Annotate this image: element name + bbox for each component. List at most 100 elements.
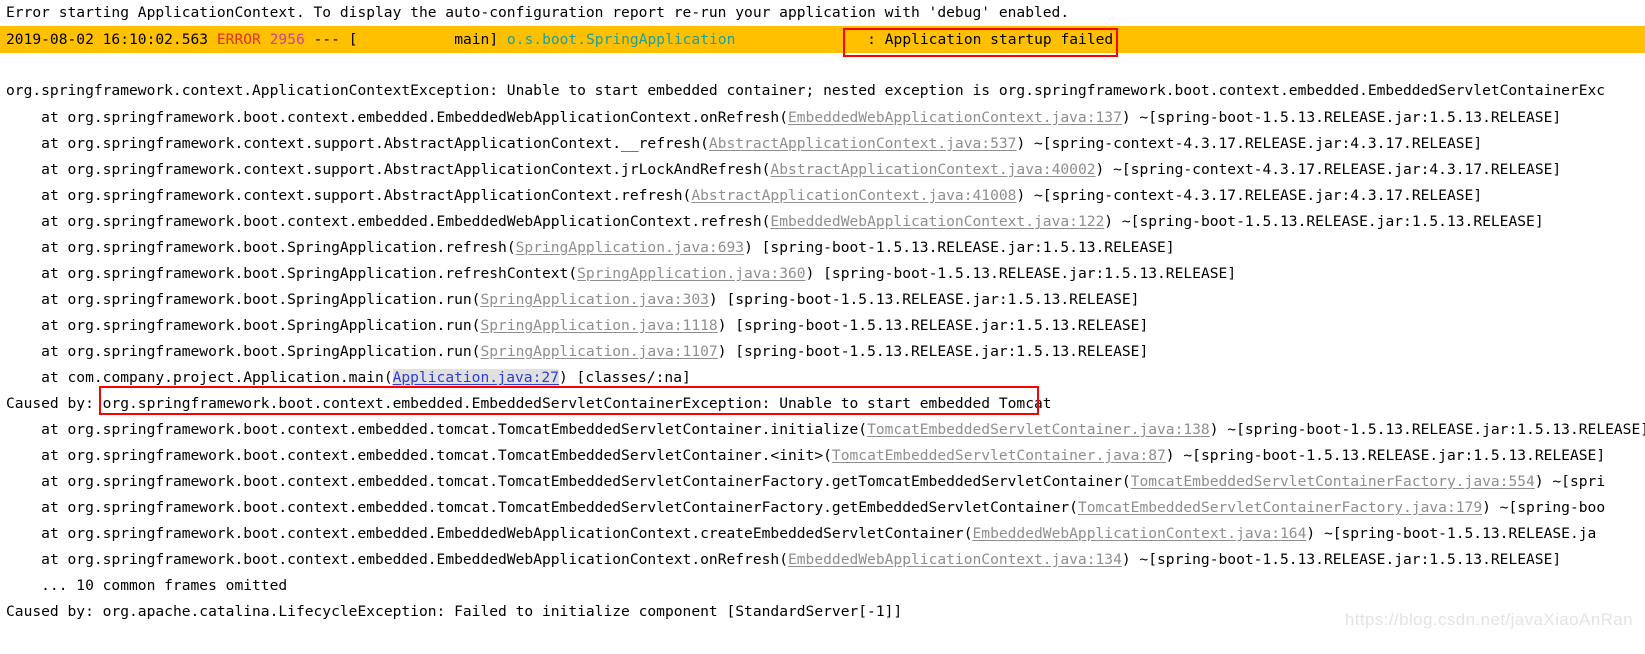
stack-trace-line[interactable]: at org.springframework.boot.context.embe… xyxy=(0,417,1645,443)
stack-frame-jar: ) [spring-boot-1.5.13.RELEASE.jar:1.5.13… xyxy=(717,317,1149,334)
stack-trace-line[interactable]: at org.springframework.boot.SpringApplic… xyxy=(0,313,1148,339)
source-link[interactable]: SpringApplication.java:360 xyxy=(577,265,805,282)
error-header-message: Error starting ApplicationContext. To di… xyxy=(6,4,1070,21)
stack-trace-line[interactable]: at org.springframework.boot.context.embe… xyxy=(0,547,1561,573)
stack-frame-method: at org.springframework.boot.SpringApplic… xyxy=(41,291,481,308)
stack-indent xyxy=(6,317,41,334)
stack-frame-jar: ) ~[spring-context-4.3.17.RELEASE.jar:4.… xyxy=(1016,187,1483,204)
stack-indent xyxy=(6,447,41,464)
horizontal-scrollbar[interactable] xyxy=(0,648,1645,654)
stack-frame-method: at com.company.project.Application.main( xyxy=(41,369,393,386)
stack-indent xyxy=(6,187,41,204)
stack-indent xyxy=(6,135,41,152)
watermark: https://blog.csdn.net/javaXiaoAnRan xyxy=(1344,610,1633,629)
stack-trace-line[interactable]: at org.springframework.boot.context.embe… xyxy=(0,443,1605,469)
caused-by-label: Caused by: xyxy=(6,395,103,412)
stack-trace-line[interactable]: at org.springframework.boot.SpringApplic… xyxy=(0,261,1236,287)
stack-indent xyxy=(6,473,41,490)
source-link[interactable]: SpringApplication.java:303 xyxy=(480,291,708,308)
stack-frame-method: at org.springframework.boot.context.embe… xyxy=(41,109,788,126)
stack-frame-jar: ) ~[spring-boot-1.5.13.RELEASE.jar:1.5.1… xyxy=(1104,213,1544,230)
log-separator: --- xyxy=(313,31,340,48)
source-link[interactable]: EmbeddedWebApplicationContext.java:137 xyxy=(788,109,1122,126)
stack-trace-line[interactable]: at org.springframework.boot.SpringApplic… xyxy=(0,235,1175,261)
log-entry-line: 2019-08-02 16:10:02.563 ERROR 2956 --- [… xyxy=(0,27,1113,53)
stack-frame-jar: ) ~[spring-boot-1.5.13.RELEASE.jar:1.5.1… xyxy=(1209,421,1645,438)
source-link[interactable]: AbstractApplicationContext.java:40002 xyxy=(770,161,1095,178)
source-link[interactable]: AbstractApplicationContext.java:41008 xyxy=(691,187,1016,204)
omitted-frames-line: ... 10 common frames omitted xyxy=(6,577,288,594)
stack-indent xyxy=(6,421,41,438)
source-link[interactable]: SpringApplication.java:693 xyxy=(516,239,744,256)
stack-indent xyxy=(6,499,41,516)
stack-trace-line[interactable]: at org.springframework.boot.SpringApplic… xyxy=(0,339,1148,365)
log-logger-name: o.s.boot.SpringApplication xyxy=(506,31,736,48)
stack-frame-jar: ) [spring-boot-1.5.13.RELEASE.jar:1.5.13… xyxy=(744,239,1175,256)
source-link[interactable]: EmbeddedWebApplicationContext.java:134 xyxy=(788,551,1122,568)
source-link[interactable]: TomcatEmbeddedServletContainerFactory.ja… xyxy=(1078,499,1482,516)
stack-trace-line[interactable]: at org.springframework.boot.SpringApplic… xyxy=(0,287,1139,313)
stack-frame-method: at org.springframework.boot.SpringApplic… xyxy=(41,239,516,256)
stack-trace-line[interactable]: at org.springframework.boot.context.embe… xyxy=(0,469,1605,495)
stack-frame-jar: ) [spring-boot-1.5.13.RELEASE.jar:1.5.13… xyxy=(708,291,1140,308)
source-link[interactable]: SpringApplication.java:1118 xyxy=(480,317,717,334)
log-level: ERROR xyxy=(216,31,261,48)
log-pid: 2956 xyxy=(269,31,305,48)
stack-frame-method: at org.springframework.boot.SpringApplic… xyxy=(41,317,481,334)
stack-frame-method: at org.springframework.context.support.A… xyxy=(41,161,771,178)
stack-indent xyxy=(6,213,41,230)
stack-frame-method: at org.springframework.context.support.A… xyxy=(41,135,709,152)
exception-header-line: org.springframework.context.ApplicationC… xyxy=(6,82,1606,99)
stack-frame-classes: ) [classes/:na] xyxy=(558,369,691,386)
stack-indent xyxy=(6,265,41,282)
stack-frame-method: at org.springframework.boot.SpringApplic… xyxy=(41,265,578,282)
stack-trace-line[interactable]: at org.springframework.context.support.A… xyxy=(0,183,1482,209)
stack-frame-jar: ) ~[spring-context-4.3.17.RELEASE.jar:4.… xyxy=(1016,135,1483,152)
log-thread-bracket: [ xyxy=(348,31,358,48)
source-link[interactable]: SpringApplication.java:1107 xyxy=(480,343,717,360)
stack-indent xyxy=(6,369,41,386)
selected-stack-trace-line[interactable]: at com.company.project.Application.main(… xyxy=(0,365,691,391)
stack-trace-line[interactable]: at org.springframework.boot.context.embe… xyxy=(0,521,1596,547)
source-link-line-number[interactable]: java:27 xyxy=(497,369,559,386)
source-link-application[interactable]: Application. xyxy=(392,369,499,386)
log-timestamp: 2019-08-02 16:10:02.563 xyxy=(6,31,209,48)
stack-indent xyxy=(6,525,41,542)
stack-frame-method: at org.springframework.boot.SpringApplic… xyxy=(41,343,481,360)
stack-frame-method: at org.springframework.boot.context.embe… xyxy=(41,421,868,438)
source-link[interactable]: AbstractApplicationContext.java:537 xyxy=(709,135,1017,152)
stack-trace-line[interactable]: at org.springframework.boot.context.embe… xyxy=(0,105,1561,131)
stack-frame-method: at org.springframework.boot.context.embe… xyxy=(41,551,788,568)
source-link[interactable]: TomcatEmbeddedServletContainer.java:138 xyxy=(867,421,1210,438)
stack-trace-line[interactable]: at org.springframework.boot.context.embe… xyxy=(0,209,1544,235)
stack-frame-method: at org.springframework.boot.context.embe… xyxy=(41,473,1131,490)
stack-frame-method: at org.springframework.boot.context.embe… xyxy=(41,447,832,464)
stack-frame-jar: ) ~[spring-context-4.3.17.RELEASE.jar:4.… xyxy=(1095,161,1562,178)
stack-frame-jar: ) [spring-boot-1.5.13.RELEASE.jar:1.5.13… xyxy=(805,265,1237,282)
stack-trace-line[interactable]: at org.springframework.boot.context.embe… xyxy=(0,495,1605,521)
source-link[interactable]: EmbeddedWebApplicationContext.java:164 xyxy=(973,525,1307,542)
stack-indent xyxy=(6,291,41,308)
stack-frame-method: at org.springframework.boot.context.embe… xyxy=(41,525,973,542)
stack-frame-jar: ) ~[spring-boo xyxy=(1482,499,1606,516)
stack-frame-jar: ) ~[spri xyxy=(1534,473,1606,490)
source-link[interactable]: EmbeddedWebApplicationContext.java:122 xyxy=(770,213,1104,230)
console-output-panel[interactable]: Error starting ApplicationContext. To di… xyxy=(0,0,1645,654)
log-message: : Application startup failed xyxy=(867,31,1114,48)
caused-by-label: Caused by: xyxy=(6,603,103,620)
source-link[interactable]: TomcatEmbeddedServletContainerFactory.ja… xyxy=(1131,473,1535,490)
source-link[interactable]: TomcatEmbeddedServletContainer.java:87 xyxy=(832,447,1166,464)
stack-trace-line[interactable]: at org.springframework.context.support.A… xyxy=(0,131,1482,157)
stack-frame-jar: ) [spring-boot-1.5.13.RELEASE.jar:1.5.13… xyxy=(717,343,1149,360)
stack-frame-method: at org.springframework.boot.context.embe… xyxy=(41,499,1078,516)
caused-by-message: org.apache.catalina.LifecycleException: … xyxy=(102,603,903,620)
stack-frame-method: at org.springframework.boot.context.embe… xyxy=(41,213,771,230)
stack-frame-jar: ) ~[spring-boot-1.5.13.RELEASE.jar:1.5.1… xyxy=(1165,447,1606,464)
log-thread-name: main] xyxy=(454,31,499,48)
stack-frame-method: at org.springframework.context.support.A… xyxy=(41,187,692,204)
stack-trace-line[interactable]: at org.springframework.context.support.A… xyxy=(0,157,1561,183)
stack-frame-jar: ) ~[spring-boot-1.5.13.RELEASE.jar:1.5.1… xyxy=(1121,109,1562,126)
caused-by-message: org.springframework.boot.context.embedde… xyxy=(102,395,1052,412)
stack-indent xyxy=(6,239,41,256)
stack-indent xyxy=(6,109,41,126)
